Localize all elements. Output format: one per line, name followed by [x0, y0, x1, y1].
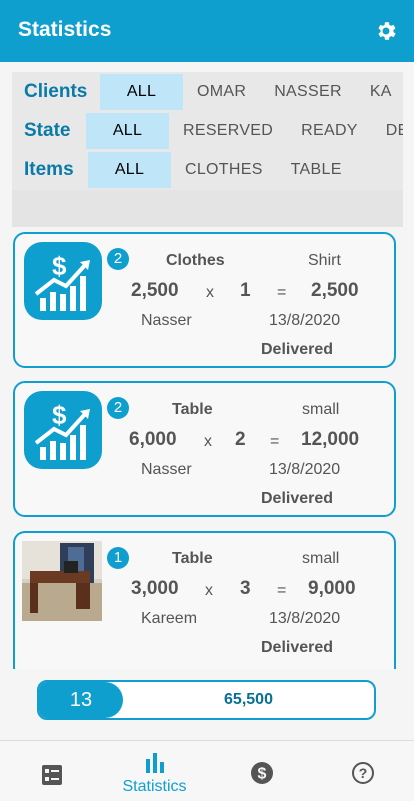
clients-filter-label: Clients	[24, 81, 88, 102]
equals-sign: =	[270, 433, 280, 450]
client-name: Kareem	[141, 610, 198, 627]
clients-filter-row: Clients ALL OMAR NASSER KA	[12, 74, 403, 110]
help-icon: ?	[351, 762, 374, 784]
order-date: 13/8/2020	[269, 312, 341, 329]
app-header: Statistics	[0, 0, 414, 62]
chip-state-all[interactable]: ALL	[86, 113, 169, 149]
multiply-sign: x	[205, 582, 213, 599]
line-total: 9,000	[308, 578, 356, 599]
item-name: Table	[172, 550, 213, 567]
order-card[interactable]: 1 Table small 3,000 x 3 = 9,000 Kareem 1…	[13, 531, 396, 669]
equals-sign: =	[277, 284, 287, 301]
grand-total: 65,500	[224, 691, 273, 708]
order-count: 13	[39, 682, 123, 718]
order-status: Delivered	[261, 639, 334, 656]
item-variant: small	[302, 550, 340, 567]
order-status: Delivered	[261, 490, 334, 507]
quantity: 2	[235, 429, 246, 450]
chip-state-ready[interactable]: READY	[287, 113, 372, 149]
item-variant: small	[302, 401, 340, 418]
order-date: 13/8/2020	[269, 461, 341, 478]
nav-item-help[interactable]: ?	[311, 741, 414, 801]
multiply-sign: x	[206, 284, 214, 301]
gear-icon[interactable]	[374, 19, 398, 43]
order-card[interactable]: $ 2 Clothes Shirt 2,500 x 1 = 2,500 Nass…	[13, 232, 396, 368]
svg-text:$: $	[52, 400, 67, 430]
order-card[interactable]: $ 2 Table small 6,000 x 2 = 12,000 Nasse…	[13, 381, 396, 517]
order-status: Delivered	[261, 341, 334, 358]
bar-chart-icon	[145, 753, 164, 773]
chip-state-de[interactable]: DE	[372, 113, 403, 149]
dollar-icon: $	[250, 762, 273, 784]
nav-item-payments[interactable]: $	[210, 741, 313, 801]
unit-price: 6,000	[129, 429, 177, 450]
quantity-badge: 2	[107, 397, 129, 419]
chip-clients-nasser[interactable]: NASSER	[260, 74, 356, 110]
chip-clients-all[interactable]: ALL	[100, 74, 183, 110]
items-filter-row: Items ALL CLOTHES TABLE	[12, 152, 403, 188]
quantity: 3	[240, 578, 251, 599]
chip-clients-omar[interactable]: OMAR	[183, 74, 260, 110]
filter-spacer	[12, 190, 403, 227]
item-photo	[22, 541, 102, 621]
money-growth-icon: $	[24, 242, 102, 320]
client-name: Nasser	[141, 312, 192, 329]
chip-items-all[interactable]: ALL	[88, 152, 171, 188]
page-title: Statistics	[18, 18, 112, 41]
multiply-sign: x	[204, 433, 212, 450]
line-total: 12,000	[301, 429, 360, 450]
bottom-navigation: Statistics $ ?	[0, 740, 414, 801]
state-filter-row: State ALL RESERVED READY DE	[12, 113, 403, 149]
unit-price: 2,500	[131, 280, 179, 301]
state-filter-label: State	[24, 120, 71, 141]
nav-item-statistics[interactable]: Statistics	[103, 741, 206, 801]
quantity-badge: 2	[107, 248, 129, 270]
summary-bar: 13 65,500	[37, 680, 376, 720]
filter-panel: Clients ALL OMAR NASSER KA State ALL RES…	[12, 72, 403, 227]
line-total: 2,500	[311, 280, 359, 301]
chip-state-reserved[interactable]: RESERVED	[169, 113, 287, 149]
item-variant: Shirt	[308, 252, 341, 269]
svg-text:$: $	[257, 766, 266, 783]
nav-item-list[interactable]	[0, 741, 103, 801]
quantity: 1	[240, 280, 251, 301]
items-filter-label: Items	[24, 159, 74, 180]
svg-text:?: ?	[358, 765, 367, 781]
item-name: Table	[172, 401, 213, 418]
chip-items-clothes[interactable]: CLOTHES	[171, 152, 277, 188]
unit-price: 3,000	[131, 578, 179, 599]
money-growth-icon: $	[24, 391, 102, 469]
quantity-badge: 1	[107, 547, 129, 569]
client-name: Nasser	[141, 461, 192, 478]
order-date: 13/8/2020	[269, 610, 341, 627]
item-name: Clothes	[166, 252, 225, 269]
list-icon	[41, 765, 62, 785]
nav-label-statistics: Statistics	[122, 778, 187, 795]
svg-text:$: $	[52, 251, 67, 281]
equals-sign: =	[277, 582, 287, 599]
chip-clients-ka[interactable]: KA	[356, 74, 403, 110]
chip-items-table[interactable]: TABLE	[277, 152, 356, 188]
